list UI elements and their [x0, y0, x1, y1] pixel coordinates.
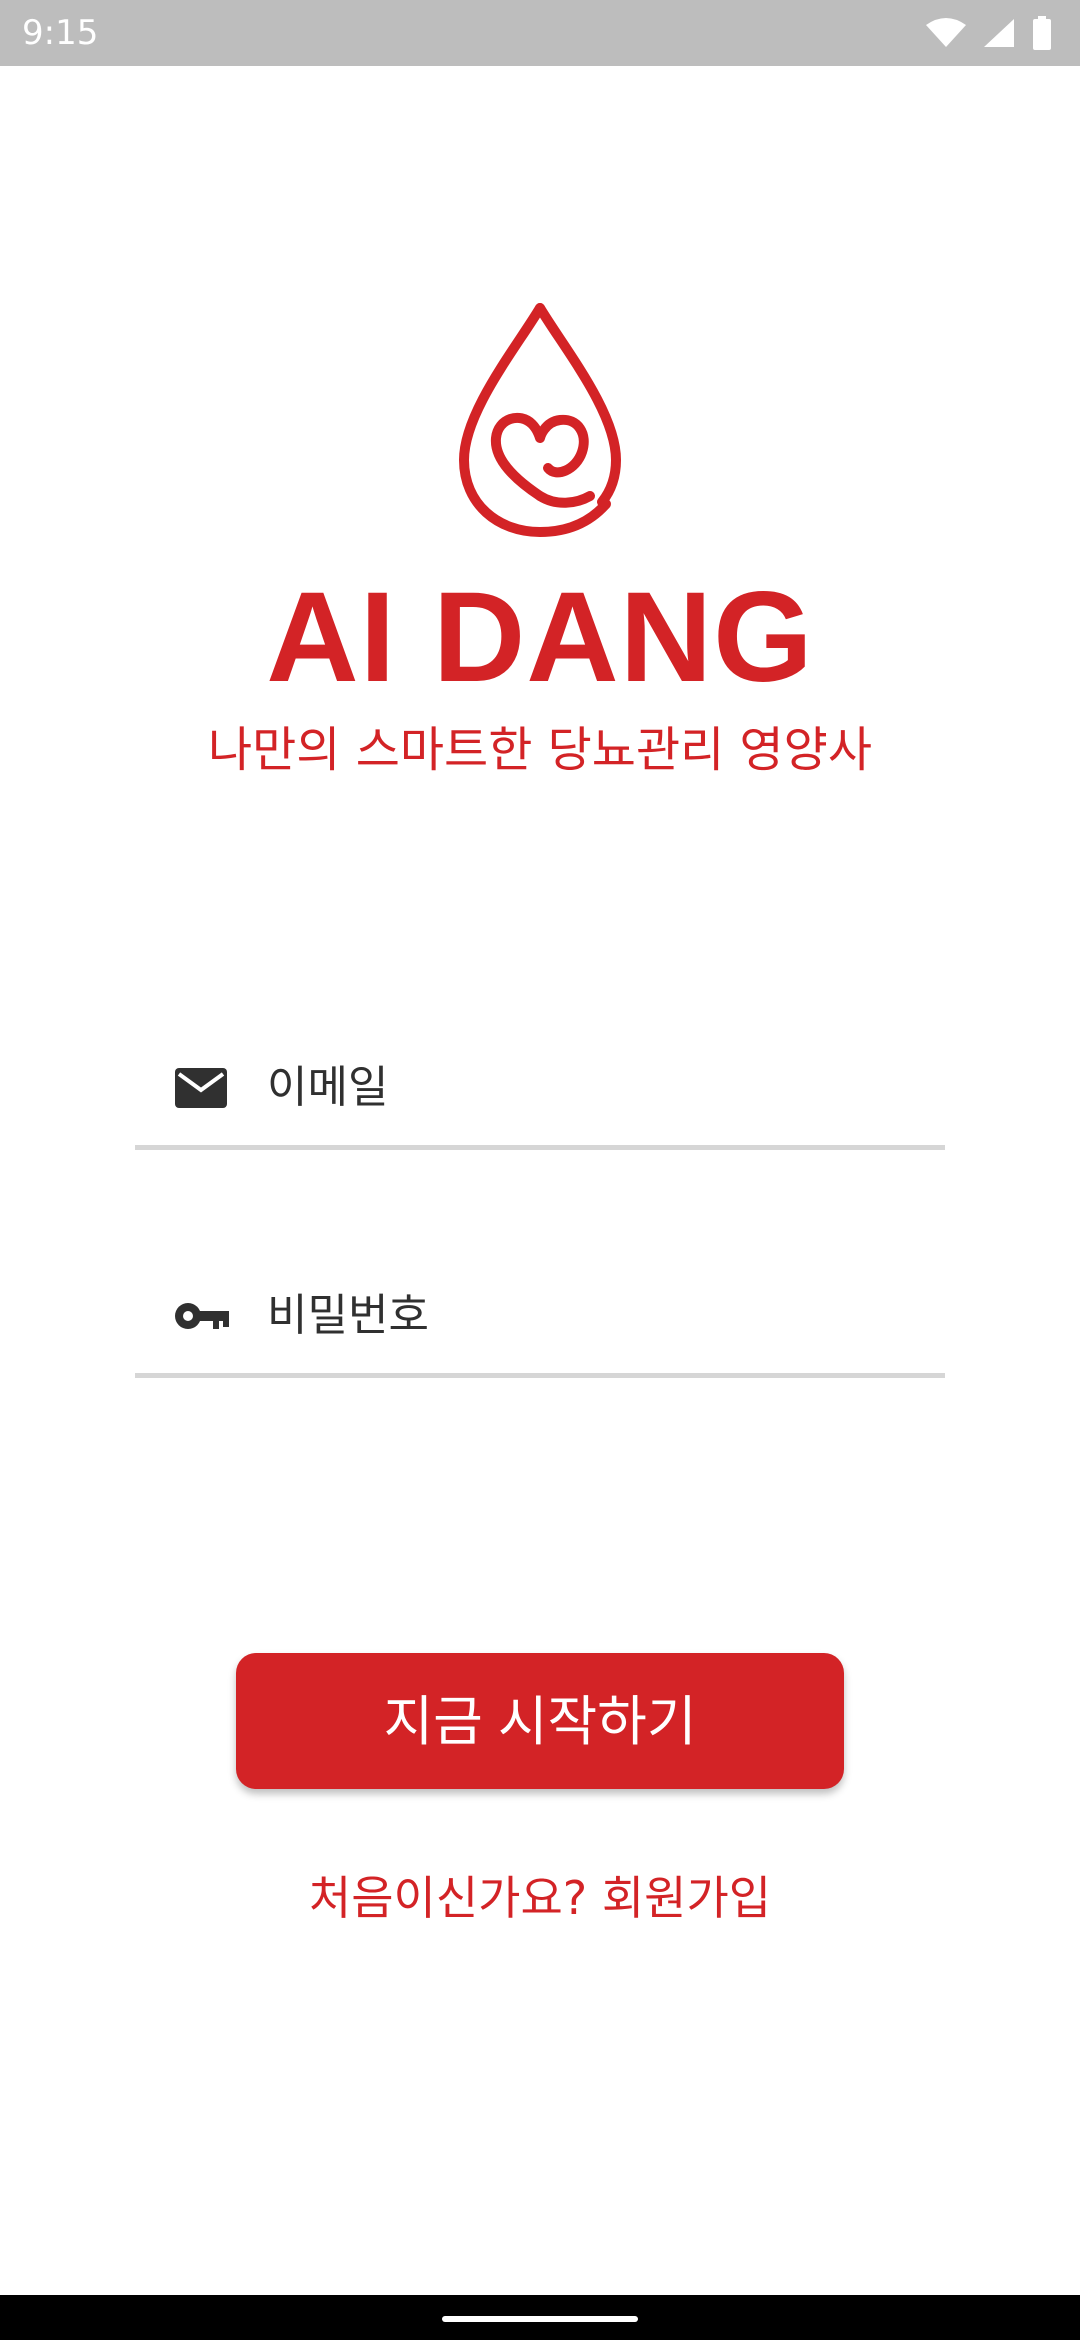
start-button[interactable]: 지금 시작하기 — [236, 1653, 844, 1789]
password-underline — [135, 1373, 945, 1378]
key-icon — [171, 1286, 231, 1346]
signup-link[interactable]: 처음이신가요? 회원가입 — [0, 1866, 1080, 1930]
battery-icon — [1032, 16, 1052, 50]
cell-signal-icon — [982, 17, 1016, 49]
email-underline — [135, 1145, 945, 1150]
app-subtitle: 나만의 스마트한 당뇨관리 영양사 — [207, 722, 872, 778]
app-title: AI DANG — [266, 566, 814, 709]
status-time: 9:15 — [22, 13, 99, 53]
home-gesture-handle[interactable] — [442, 2316, 638, 2322]
status-bar: 9:15 — [0, 0, 1080, 66]
wifi-icon — [926, 17, 966, 49]
email-field[interactable]: 이메일 — [135, 1030, 945, 1150]
password-field[interactable]: 비밀번호 — [135, 1258, 945, 1378]
password-placeholder: 비밀번호 — [267, 1290, 429, 1341]
email-placeholder: 이메일 — [267, 1062, 389, 1113]
blood-drop-heart-icon — [456, 300, 624, 540]
status-icons — [926, 14, 1052, 52]
mail-icon — [171, 1058, 231, 1118]
